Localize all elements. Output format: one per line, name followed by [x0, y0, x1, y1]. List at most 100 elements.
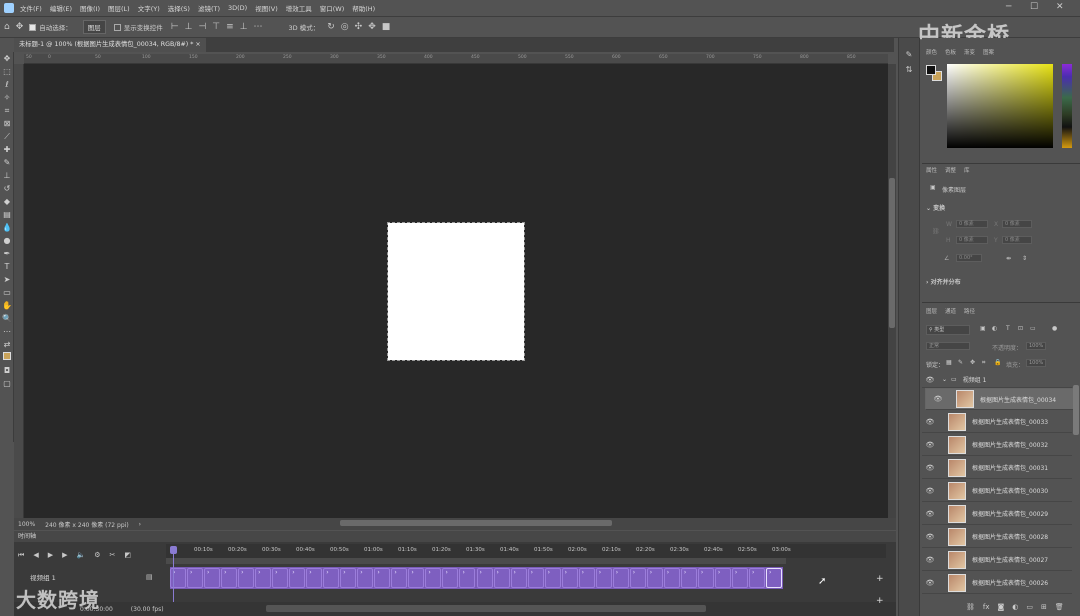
foreground-color-swatch[interactable] — [926, 65, 936, 75]
align-top-icon[interactable]: ⊤ — [212, 22, 220, 32]
add-track-icon[interactable]: + — [876, 574, 884, 584]
blur-tool-icon[interactable]: 💧 — [0, 221, 14, 234]
home-icon[interactable]: ⌂ — [4, 22, 10, 32]
timeline-clip[interactable]: › — [289, 568, 306, 588]
filter-shape-icon[interactable]: ⊡ — [1018, 325, 1023, 332]
filter-adjustment-icon[interactable]: ◐ — [992, 325, 997, 332]
3d-scale-icon[interactable]: ■ — [382, 22, 391, 32]
color-swatch-icon[interactable] — [0, 351, 14, 364]
healing-brush-icon[interactable]: ✚ — [0, 143, 14, 156]
flip-horizontal-icon[interactable]: ⇹ — [1006, 255, 1011, 262]
align-center-icon[interactable]: ⊥ — [185, 22, 193, 32]
transition-icon[interactable]: ◩ — [124, 551, 131, 559]
move-tool-icon[interactable]: ✥ — [16, 22, 24, 32]
timeline-clip[interactable]: › — [272, 568, 289, 588]
adjustments-icon[interactable]: ⇅ — [899, 65, 919, 74]
menu-filter[interactable]: 滤镜(T) — [198, 3, 220, 13]
adjustment-icon[interactable]: ◐ — [1012, 603, 1018, 611]
tab-channels[interactable]: 通道 — [945, 307, 956, 315]
type-tool-icon[interactable]: T — [0, 260, 14, 273]
history-brush-icon[interactable]: ↺ — [0, 182, 14, 195]
width-input[interactable]: 0 像素 — [956, 220, 988, 228]
timeline-clip[interactable]: › — [561, 568, 578, 588]
menu-file[interactable]: 文件(F) — [20, 3, 42, 13]
work-area-bar[interactable] — [166, 558, 786, 564]
auto-select-checkbox[interactable]: 自动选择： — [29, 22, 72, 32]
fill-input[interactable]: 100% — [1026, 359, 1046, 367]
angle-input[interactable]: 0.00° — [956, 254, 982, 262]
crop-tool-icon[interactable]: ⌗ — [0, 104, 14, 117]
group-icon[interactable]: ▭ — [1026, 603, 1033, 611]
shape-tool-icon[interactable]: ▭ — [0, 286, 14, 299]
timeline-clip[interactable]: › — [442, 568, 459, 588]
tab-layers[interactable]: 图层 — [926, 307, 937, 315]
visibility-eye-icon[interactable]: 👁 — [922, 556, 938, 564]
timeline-clip[interactable]: › — [680, 568, 697, 588]
move-tool-icon[interactable]: ✥ — [0, 52, 14, 65]
frame-tool-icon[interactable]: ⊠ — [0, 117, 14, 130]
align-section[interactable]: › 对齐并分布 — [926, 277, 961, 286]
hand-tool-icon[interactable]: ✋ — [0, 299, 14, 312]
timeline-clip[interactable]: › — [748, 568, 765, 588]
audio-icon[interactable]: 🔈 — [76, 551, 85, 559]
timeline-clip[interactable]: › — [306, 568, 323, 588]
filter-pixel-icon[interactable]: ▣ — [980, 325, 986, 332]
brush-settings-icon[interactable]: ✎ — [899, 50, 919, 59]
eraser-icon[interactable]: ◆ — [0, 195, 14, 208]
timeline-clip[interactable]: › — [408, 568, 425, 588]
timeline-clip[interactable]: › — [714, 568, 731, 588]
trash-icon[interactable]: 🗑 — [1055, 603, 1064, 611]
screen-mode-icon[interactable]: ▢ — [0, 377, 14, 390]
lock-transparency-icon[interactable]: ▦ — [946, 359, 952, 366]
timeline-clip[interactable]: › — [221, 568, 238, 588]
layer-row[interactable]: 👁 根据图片生成表情包_00031 — [922, 457, 1072, 479]
dodge-tool-icon[interactable]: ● — [0, 234, 14, 247]
align-middle-icon[interactable]: ≡ — [226, 22, 234, 32]
auto-select-dropdown[interactable]: 图层 — [82, 20, 106, 34]
track-menu-icon[interactable]: ▤ — [146, 573, 153, 581]
layer-row[interactable]: 👁 根据图片生成表情包_00032 — [922, 434, 1072, 456]
visibility-eye-icon[interactable]: 👁 — [922, 487, 938, 495]
menu-image[interactable]: 图像(I) — [80, 3, 100, 13]
menu-3d[interactable]: 3D(D) — [228, 4, 247, 12]
layer-row[interactable]: 👁 根据图片生成表情包_00030 — [922, 480, 1072, 502]
lock-pixels-icon[interactable]: ✎ — [958, 359, 963, 366]
minimize-icon[interactable]: ─ — [1006, 2, 1011, 12]
lasso-tool-icon[interactable]: ℓ — [0, 78, 14, 91]
opacity-input[interactable]: 100% — [1026, 342, 1046, 350]
link-wh-icon[interactable]: ⛓ — [932, 228, 940, 235]
color-picker-field[interactable] — [947, 64, 1053, 148]
quick-mask-icon[interactable]: ◘ — [0, 364, 14, 377]
pen-tool-icon[interactable]: ✒ — [0, 247, 14, 260]
menu-plugins[interactable]: 增效工具 — [286, 3, 312, 13]
layer-filter-dropdown[interactable]: ⚲ 类型 — [926, 325, 970, 335]
visibility-eye-icon[interactable]: 👁 — [922, 376, 938, 384]
more-tools-icon[interactable]: ⋯ — [0, 325, 14, 338]
tab-patterns[interactable]: 图案 — [983, 48, 994, 56]
timeline-clip[interactable]: › — [493, 568, 510, 588]
3d-roll-icon[interactable]: ◎ — [341, 22, 349, 32]
marquee-tool-icon[interactable]: ⬚ — [0, 65, 14, 78]
stamp-tool-icon[interactable]: ⊥ — [0, 169, 14, 182]
tab-gradients[interactable]: 渐变 — [964, 48, 975, 56]
timeline-clip[interactable]: › — [595, 568, 612, 588]
next-frame-icon[interactable]: ▶ — [62, 551, 67, 559]
tab-libraries[interactable]: 库 — [964, 166, 970, 174]
prev-frame-icon[interactable]: ◀ — [33, 551, 38, 559]
layer-group-row[interactable]: 👁 ⌄ ▭ 视频组 1 — [922, 372, 1072, 388]
timeline-clip[interactable]: › — [663, 568, 680, 588]
timeline-clip[interactable]: › — [612, 568, 629, 588]
menu-layer[interactable]: 图层(L) — [108, 3, 130, 13]
tab-adjustments[interactable]: 调整 — [945, 166, 956, 174]
zoom-tool-icon[interactable]: 🔍 — [0, 312, 14, 325]
timeline-clip[interactable]: › — [629, 568, 646, 588]
layer-row[interactable]: 👁 根据图片生成表情包_00033 — [922, 411, 1072, 433]
height-input[interactable]: 0 像素 — [956, 236, 988, 244]
menu-window[interactable]: 窗口(W) — [320, 3, 345, 13]
lock-artboard-icon[interactable]: ⌗ — [982, 359, 985, 367]
swap-colors-icon[interactable]: ⇄ — [0, 338, 14, 351]
timeline-clip[interactable]: › — [731, 568, 748, 588]
timeline-clip[interactable]: › — [544, 568, 561, 588]
timeline-clip[interactable]: › — [765, 568, 782, 588]
timeline-clip[interactable]: › — [578, 568, 595, 588]
